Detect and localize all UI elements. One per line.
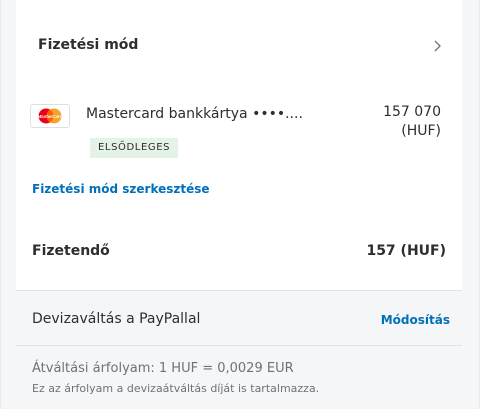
payment-method-section: Fizetési mód MasterCard Mastercard bankk…	[16, 0, 462, 290]
primary-badge: ELSŐDLEGES	[90, 138, 179, 158]
card-amount-value: 157 070	[383, 104, 441, 120]
chevron-right-icon[interactable]	[430, 39, 444, 53]
card-amount: 157 070 (HUF)	[383, 103, 441, 141]
mastercard-logo-icon: MasterCard	[30, 104, 70, 128]
modify-link[interactable]: Módosítás	[381, 313, 450, 327]
checkout-panel: Fizetési mód MasterCard Mastercard bankk…	[16, 0, 462, 409]
section-title: Fizetési mód	[38, 37, 139, 53]
currency-conversion-label: Devizaváltás a PayPallal	[32, 311, 201, 327]
total-due-label: Fizetendő	[32, 243, 110, 259]
mastercard-logo-text: MasterCard	[37, 114, 62, 119]
total-due-value: 157 (HUF)	[366, 243, 446, 259]
divider	[16, 345, 462, 346]
card-name: Mastercard bankkártya ••••....	[86, 106, 303, 122]
card-amount-currency: (HUF)	[401, 123, 441, 139]
currency-conversion-row: Devizaváltás a PayPallal Módosítás	[16, 291, 462, 345]
edit-payment-method-link[interactable]: Fizetési mód szerkesztése	[32, 182, 210, 196]
exchange-rate-note: Ez az árfolyam a devizaátváltás díját is…	[32, 382, 320, 395]
exchange-rate: Átváltási árfolyam: 1 HUF = 0,0029 EUR	[32, 361, 294, 376]
left-edge	[0, 0, 1, 409]
